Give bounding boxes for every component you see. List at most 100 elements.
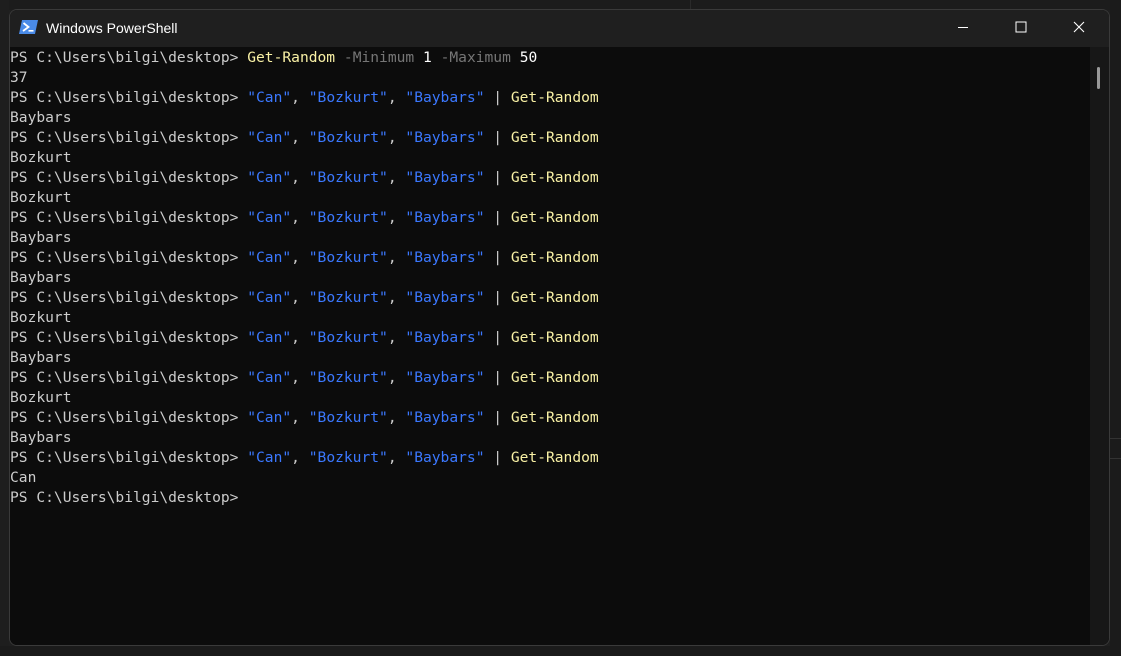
prompt: PS C:\Users\bilgi\desktop> — [10, 289, 248, 306]
cmdlet: Get-Random — [510, 209, 599, 226]
string-literal: "Baybars" — [405, 369, 485, 386]
separator: , — [387, 449, 406, 466]
pipe: | — [484, 129, 511, 146]
scrollbar-thumb[interactable] — [1097, 67, 1100, 89]
console-line: PS C:\Users\bilgi\desktop> "Can", "Bozku… — [10, 128, 1090, 148]
output-text: Baybars — [10, 229, 72, 246]
console-line: PS C:\Users\bilgi\desktop> "Can", "Bozku… — [10, 408, 1090, 428]
separator: , — [387, 369, 406, 386]
output-text: Bozkurt — [10, 149, 72, 166]
string-literal: "Bozkurt" — [308, 409, 388, 426]
string-literal: "Can" — [247, 369, 292, 386]
string-literal: "Baybars" — [405, 289, 485, 306]
separator: , — [387, 169, 406, 186]
minimize-button[interactable] — [940, 10, 986, 47]
console-output-line: Baybars — [10, 228, 1090, 248]
vertical-scrollbar[interactable] — [1090, 47, 1109, 645]
console-line-current[interactable]: PS C:\Users\bilgi\desktop> — [10, 488, 1090, 508]
console-output-line: Bozkurt — [10, 148, 1090, 168]
string-literal: "Baybars" — [405, 209, 485, 226]
string-literal: "Bozkurt" — [308, 449, 388, 466]
cmdlet: Get-Random — [510, 329, 599, 346]
string-literal: "Bozkurt" — [308, 89, 388, 106]
separator: , — [291, 129, 309, 146]
output-text: Baybars — [10, 109, 72, 126]
pipe: | — [484, 249, 511, 266]
powershell-window: Windows PowerShell PS C:\Users\bilgi\des… — [9, 9, 1110, 646]
separator: , — [387, 129, 406, 146]
prompt: PS C:\Users\bilgi\desktop> — [10, 89, 248, 106]
string-literal: "Baybars" — [405, 169, 485, 186]
console-output-line: Bozkurt — [10, 388, 1090, 408]
console-output-line: Bozkurt — [10, 188, 1090, 208]
prompt: PS C:\Users\bilgi\desktop> — [10, 249, 248, 266]
close-icon — [1073, 20, 1085, 38]
separator: , — [387, 209, 406, 226]
string-literal: "Baybars" — [405, 329, 485, 346]
console-output-line: Baybars — [10, 108, 1090, 128]
string-literal: "Can" — [247, 289, 292, 306]
prompt: PS C:\Users\bilgi\desktop> — [10, 209, 248, 226]
output-text: 37 — [10, 69, 28, 86]
background-left-edge — [0, 0, 9, 656]
title-bar[interactable]: Windows PowerShell — [10, 10, 1109, 47]
cmdlet: Get-Random — [510, 409, 599, 426]
pipe: | — [484, 169, 511, 186]
separator: , — [291, 449, 309, 466]
string-literal: "Baybars" — [405, 129, 485, 146]
cmdlet: Get-Random — [510, 369, 599, 386]
string-literal: "Bozkurt" — [308, 289, 388, 306]
console-output-line: Can — [10, 468, 1090, 488]
close-button[interactable] — [1056, 10, 1102, 47]
output-text: Bozkurt — [10, 389, 72, 406]
separator: , — [291, 409, 309, 426]
parameter: -Minimum — [343, 49, 415, 66]
separator: , — [291, 89, 309, 106]
cmdlet: Get-Random — [247, 49, 336, 66]
output-text: Bozkurt — [10, 309, 72, 326]
background-right-edge — [1110, 0, 1121, 656]
string-literal: "Baybars" — [405, 89, 485, 106]
cmdlet: Get-Random — [510, 129, 599, 146]
console-output[interactable]: PS C:\Users\bilgi\desktop> Get-Random -M… — [10, 47, 1090, 645]
string-literal: "Can" — [247, 209, 292, 226]
pipe: | — [484, 289, 511, 306]
console-output-line: Bozkurt — [10, 308, 1090, 328]
console-line: PS C:\Users\bilgi\desktop> "Can", "Bozku… — [10, 368, 1090, 388]
prompt: PS C:\Users\bilgi\desktop> — [10, 49, 248, 66]
background-divider — [1110, 458, 1121, 459]
string-literal: "Can" — [247, 129, 292, 146]
string-literal: "Can" — [247, 169, 292, 186]
string-literal: "Bozkurt" — [308, 169, 388, 186]
prompt: PS C:\Users\bilgi\desktop> — [10, 489, 248, 506]
prompt: PS C:\Users\bilgi\desktop> — [10, 449, 248, 466]
console-line: PS C:\Users\bilgi\desktop> "Can", "Bozku… — [10, 208, 1090, 228]
console-line: PS C:\Users\bilgi\desktop> "Can", "Bozku… — [10, 248, 1090, 268]
string-literal: "Baybars" — [405, 249, 485, 266]
separator: , — [387, 409, 406, 426]
prompt: PS C:\Users\bilgi\desktop> — [10, 409, 248, 426]
window-title: Windows PowerShell — [46, 20, 178, 36]
console-line: PS C:\Users\bilgi\desktop> "Can", "Bozku… — [10, 288, 1090, 308]
output-text: Baybars — [10, 349, 72, 366]
string-literal: "Can" — [247, 89, 292, 106]
maximize-button[interactable] — [998, 10, 1044, 47]
output-text: Baybars — [10, 269, 72, 286]
separator: , — [291, 369, 309, 386]
console-line: PS C:\Users\bilgi\desktop> "Can", "Bozku… — [10, 168, 1090, 188]
cmdlet: Get-Random — [510, 289, 599, 306]
prompt: PS C:\Users\bilgi\desktop> — [10, 369, 248, 386]
string-literal: "Can" — [247, 409, 292, 426]
prompt: PS C:\Users\bilgi\desktop> — [10, 129, 248, 146]
pipe: | — [484, 409, 511, 426]
pipe: | — [484, 449, 511, 466]
console-output-line: Baybars — [10, 348, 1090, 368]
output-text: Can — [10, 469, 37, 486]
output-text: Baybars — [10, 429, 72, 446]
value: 50 — [519, 49, 538, 66]
console-line: PS C:\Users\bilgi\desktop> "Can", "Bozku… — [10, 88, 1090, 108]
string-literal: "Bozkurt" — [308, 369, 388, 386]
separator: , — [291, 289, 309, 306]
cmdlet: Get-Random — [510, 169, 599, 186]
separator: , — [387, 249, 406, 266]
